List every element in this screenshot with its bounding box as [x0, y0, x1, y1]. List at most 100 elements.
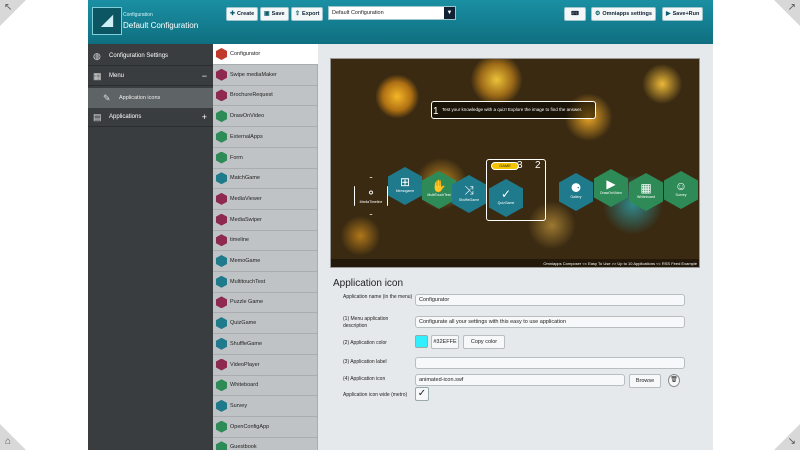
- export-icon: ⇪: [295, 11, 301, 17]
- preview-app-icon: ⤨: [464, 183, 474, 197]
- preview-app-hex[interactable]: ▶ DrawOnVideo: [594, 169, 628, 207]
- list-item[interactable]: Swipe mediaMaker: [213, 65, 318, 86]
- keyboard-button[interactable]: ⌨: [564, 7, 586, 21]
- list-item[interactable]: QuizGame: [213, 313, 318, 335]
- list-item-label: VideoPlayer: [230, 361, 260, 368]
- app-hex-icon: [216, 399, 227, 412]
- color-value-field[interactable]: #32EFFE: [431, 335, 459, 349]
- list-item[interactable]: MatchGame: [213, 168, 318, 190]
- save-button[interactable]: ▣ Save: [260, 7, 289, 21]
- section-title: Application icon: [333, 278, 404, 289]
- list-item-label: MatchGame: [230, 175, 260, 182]
- list-item[interactable]: DrawOnVideo: [213, 106, 318, 128]
- list-item[interactable]: ShuffleGame: [213, 334, 318, 355]
- preview-app-label: Whiteboard: [637, 195, 655, 199]
- app-hex-icon: [216, 379, 227, 392]
- list-item-label: QuizGame: [230, 320, 257, 327]
- collapse-icon[interactable]: −: [202, 67, 207, 86]
- application-list: Configurator Swipe mediaMaker BrochureRequ…: [213, 44, 318, 450]
- app-name-label: Application name (in the menu): [343, 294, 413, 300]
- list-item[interactable]: MediaSwiper: [213, 210, 318, 231]
- list-item-label: Puzzle Game: [230, 299, 264, 306]
- app-hex-icon: [216, 296, 227, 309]
- list-item[interactable]: timeline: [213, 230, 318, 252]
- create-button[interactable]: ✚ Create: [226, 7, 259, 21]
- app-icon-field[interactable]: animated-icon.swf: [415, 374, 625, 386]
- preview-app-hex[interactable]: ⚈ Gallery: [559, 173, 593, 211]
- trash-icon[interactable]: 🗑: [668, 374, 680, 387]
- main-content: Test your knowledge with a quiz! Explore…: [328, 44, 713, 450]
- preview-app-hex[interactable]: ⚬ MediaTimeline: [354, 177, 388, 215]
- app-hex-icon: [216, 441, 227, 450]
- arrow-up-left-icon: ↖: [4, 2, 13, 13]
- menu-description-field[interactable]: Configurate all your settings with this …: [415, 316, 685, 328]
- app-window: ◢ Configuration Default Configuration ✚ C…: [88, 0, 713, 450]
- preview-app-label: DrawOnVideo: [600, 191, 622, 195]
- app-color-label: (2) Application color: [343, 340, 387, 346]
- home-icon[interactable]: ⌂: [5, 436, 11, 447]
- preview-app-icon: ▶: [606, 177, 616, 191]
- app-hex-icon: [216, 68, 227, 81]
- icon-wide-checkbox[interactable]: ✓: [415, 387, 429, 401]
- arrow-up-right-icon: ↗: [787, 2, 796, 13]
- sidebar-item-menu[interactable]: ▦ Menu −: [88, 67, 213, 86]
- sidebar-item-applications[interactable]: ▤ Applications +: [88, 108, 213, 127]
- list-item-label: Survey: [230, 402, 248, 409]
- save-run-button[interactable]: ▶ Save+Run: [662, 7, 704, 21]
- preview-app-hex[interactable]: ☺ Survey: [664, 171, 698, 209]
- create-icon: ✚: [230, 11, 236, 17]
- app-hex-icon: [216, 317, 227, 330]
- app-label-field[interactable]: [415, 357, 685, 369]
- app-hex-icon: [216, 48, 227, 60]
- preview-app-label: Memogame: [395, 189, 415, 193]
- list-item[interactable]: MultitouchTest: [213, 272, 318, 293]
- copy-color-button[interactable]: Copy color: [463, 335, 505, 349]
- export-button[interactable]: ⇪ Export: [291, 7, 324, 21]
- list-item[interactable]: Configurator: [213, 44, 318, 65]
- color-swatch[interactable]: [415, 335, 428, 348]
- preview-app-hex[interactable]: ⊞ Memogame: [388, 167, 422, 205]
- gear-icon: ⚙: [595, 11, 601, 17]
- list-item[interactable]: BrochureRequest: [213, 85, 318, 107]
- sidebar-item-application-icons[interactable]: ✎ Application icons: [88, 88, 213, 108]
- browse-button[interactable]: Browse: [629, 374, 661, 388]
- preview-app-hex[interactable]: ⤨ ShuffleGame: [452, 175, 486, 213]
- list-item[interactable]: MediaViewer: [213, 189, 318, 210]
- save-icon: ▣: [264, 11, 270, 17]
- app-icon-form: Application name (in the menu) Configura…: [333, 292, 703, 450]
- list-item-label: ExternalApps: [230, 133, 263, 140]
- app-hex-icon: [216, 110, 227, 123]
- preview-app-hex[interactable]: ✋ MultiTouchTest: [422, 171, 456, 209]
- list-item[interactable]: ExternalApps: [213, 127, 318, 148]
- app-hex-icon: [216, 172, 227, 185]
- chevron-down-icon[interactable]: ▼: [444, 7, 455, 19]
- sidebar-item-configuration-settings[interactable]: ◍ Configuration Settings: [88, 47, 213, 66]
- app-hex-icon: [216, 89, 227, 102]
- omniapps-settings-button[interactable]: ⚙ Omniapps settings: [591, 7, 656, 21]
- page-root: ↖ ↗ ⌂ ↘ ◢ Configuration Default Configur…: [0, 0, 800, 450]
- list-item-label: Whiteboard: [230, 382, 259, 389]
- app-hex-icon: [216, 420, 227, 433]
- page-title: Default Configuration: [123, 21, 199, 30]
- list-item[interactable]: Form: [213, 148, 318, 169]
- list-item[interactable]: OpenConfigApp: [213, 417, 318, 438]
- app-hex-icon: [216, 192, 227, 205]
- corner-bottom-left[interactable]: [0, 424, 26, 450]
- preview-app-hex[interactable]: ▦ Whiteboard: [629, 173, 663, 211]
- header-subtitle: Configuration: [123, 12, 153, 18]
- app-name-field[interactable]: Configurator: [415, 294, 685, 306]
- keyboard-icon: ⌨: [571, 11, 579, 17]
- list-item[interactable]: Survey: [213, 396, 318, 417]
- list-item[interactable]: Puzzle Game: [213, 292, 318, 314]
- configuration-select[interactable]: Default Configuration ▼: [328, 6, 456, 20]
- list-item-label: timeline: [230, 237, 249, 244]
- list-item[interactable]: Whiteboard: [213, 375, 318, 397]
- checkmark-icon: ✓: [417, 388, 427, 399]
- list-item[interactable]: Guestbook: [213, 437, 318, 450]
- expand-icon[interactable]: +: [202, 108, 207, 127]
- app-icon-label: (4) Application icon: [343, 376, 386, 382]
- list-item[interactable]: MemoGame: [213, 251, 318, 272]
- preview-app-label: Survey: [675, 193, 687, 197]
- list-item[interactable]: VideoPlayer: [213, 355, 318, 376]
- rss-banner: Omniapps Composer << Easy To Use >> Up t…: [331, 259, 699, 267]
